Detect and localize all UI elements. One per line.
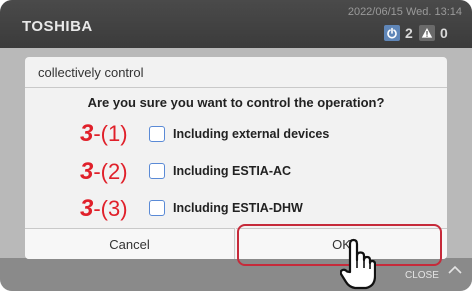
power-status: 2 <box>384 25 413 41</box>
callout-suffix: -(2) <box>93 159 128 184</box>
datetime-display: 2022/06/15 Wed. 13:14 <box>347 6 462 18</box>
callout-3-1: 3-(1) <box>80 122 128 146</box>
app-frame: TOSHIBA 2022/06/15 Wed. 13:14 2 0 CLOSE … <box>0 0 472 291</box>
option-label: Including external devices <box>173 127 330 141</box>
callout-number: 3 <box>80 120 94 147</box>
alert-icon <box>419 25 435 41</box>
checkbox-estia-ac[interactable] <box>149 163 165 179</box>
pointing-hand-icon <box>340 238 376 290</box>
checkbox-external-devices[interactable] <box>149 126 165 142</box>
confirm-question: Are you sure you want to control the ope… <box>87 95 385 110</box>
close-button-label[interactable]: CLOSE <box>405 270 439 281</box>
option-external-devices[interactable]: Including external devices <box>149 126 329 142</box>
chevron-up-icon[interactable] <box>447 264 463 276</box>
dialog-title-bar: collectively control <box>25 57 447 88</box>
header-bar: TOSHIBA 2022/06/15 Wed. 13:14 2 0 <box>0 0 472 48</box>
power-icon <box>384 25 400 41</box>
cancel-button[interactable]: Cancel <box>25 228 235 259</box>
callout-3-2: 3-(2) <box>80 160 128 184</box>
alarm-status: 0 <box>419 25 448 41</box>
option-estia-dhw[interactable]: Including ESTIA-DHW <box>149 200 303 216</box>
callout-3-3: 3-(3) <box>80 197 128 221</box>
callout-suffix: -(3) <box>93 196 128 221</box>
callout-number: 3 <box>80 195 94 222</box>
alarm-count: 0 <box>440 25 448 41</box>
brand-logo: TOSHIBA <box>22 18 93 35</box>
power-count: 2 <box>405 25 413 41</box>
checkbox-estia-dhw[interactable] <box>149 200 165 216</box>
dialog-title: collectively control <box>38 65 144 80</box>
option-label: Including ESTIA-DHW <box>173 201 303 215</box>
callout-number: 3 <box>80 158 94 185</box>
option-estia-ac[interactable]: Including ESTIA-AC <box>149 163 291 179</box>
callout-suffix: -(1) <box>93 121 128 146</box>
option-label: Including ESTIA-AC <box>173 164 292 178</box>
